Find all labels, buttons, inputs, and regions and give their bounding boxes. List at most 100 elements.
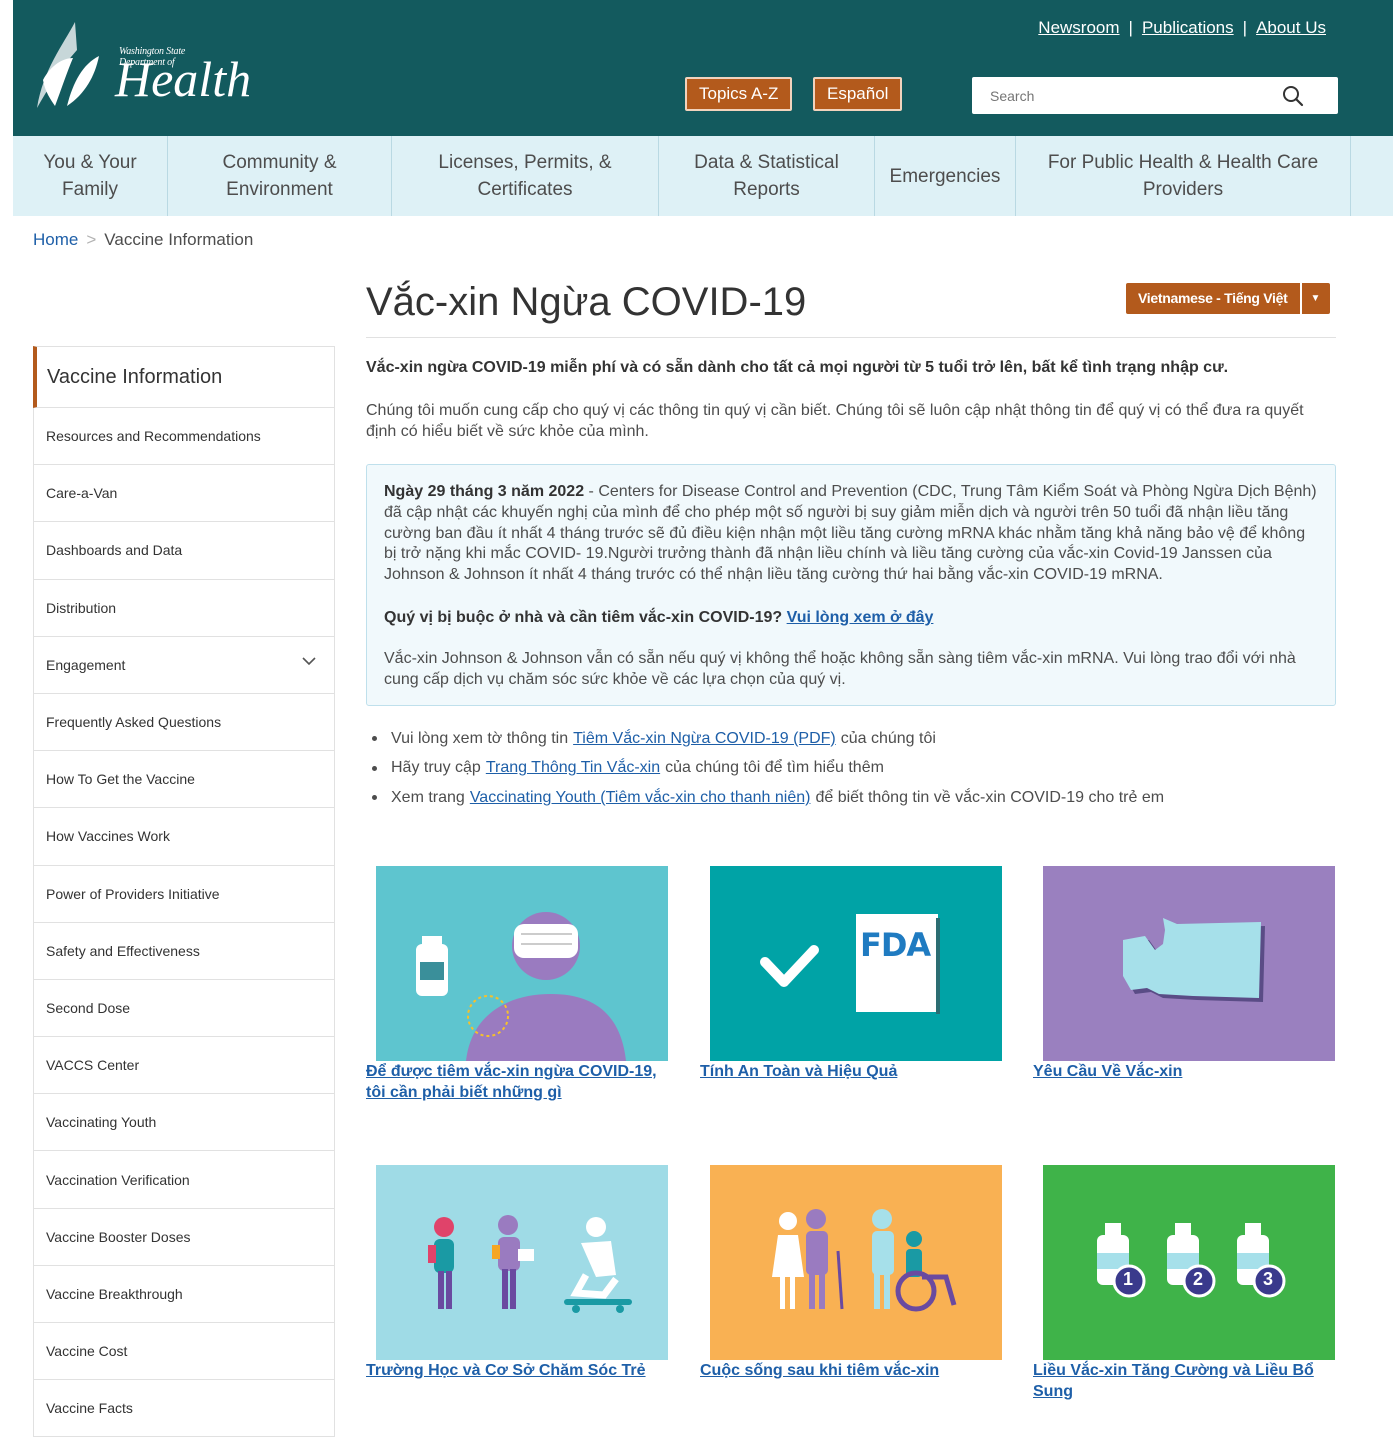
nav-label: Community & Environment — [222, 152, 337, 200]
bullet-text: của chúng tôi — [840, 729, 936, 747]
nav-label: You & Your Family — [43, 152, 137, 200]
card-caption[interactable]: Cuộc sống sau khi tiêm vắc-xin — [700, 1360, 1000, 1381]
bullet-text: Vui lòng xem tờ thông tin — [391, 729, 569, 747]
bullet-icon — [372, 765, 377, 771]
sidebar-item[interactable]: Resources and Recommendations — [33, 408, 335, 466]
sidebar-item[interactable]: Power of Providers Initiative — [33, 865, 335, 923]
sidebar-item[interactable]: Vaccine Breakthrough — [33, 1265, 335, 1323]
bullet-text: để biết thông tin về vắc-xin COVID-19 ch… — [815, 788, 1165, 806]
leaf-logo-icon — [37, 22, 99, 108]
doh-logo[interactable]: Washington State Department of Health — [33, 18, 251, 113]
nav-community-environment[interactable]: Community & Environment — [168, 136, 392, 216]
alert-update-paragraph: Ngày 29 tháng 3 năm 2022 - Centers for D… — [384, 482, 1317, 586]
search-icon[interactable] — [1282, 85, 1304, 107]
card-caption[interactable]: Trường Học và Cơ Sở Chăm Sóc Trẻ — [366, 1360, 666, 1381]
card-caption[interactable]: Tính An Toàn và Hiệu Quả — [700, 1061, 1000, 1082]
info-bullet-list: Vui lòng xem tờ thông tin Tiêm Vắc-xin Ng… — [372, 724, 1332, 813]
students-illustration[interactable] — [376, 1165, 668, 1360]
topics-az-button[interactable]: Topics A-Z — [685, 77, 793, 111]
site-header: Washington State Department of Health Ne… — [13, 0, 1393, 136]
separator: | — [1242, 18, 1248, 37]
sidebar-item[interactable]: Vaccine Booster Doses — [33, 1208, 335, 1266]
publications-link[interactable]: Publications — [1142, 18, 1234, 37]
vaccine-person-illustration[interactable] — [376, 866, 668, 1061]
sidebar-item[interactable]: Vaccine Cost — [33, 1323, 335, 1381]
breadcrumb: Home > Vaccine Information — [33, 230, 253, 250]
utility-links: Newsroom | Publications | About Us — [1038, 18, 1326, 38]
nav-label: Emergencies — [889, 165, 1001, 187]
bullet-link[interactable]: Trang Thông Tin Vắc-xin — [486, 759, 660, 777]
sidebar-item[interactable]: Vaccinating Youth — [33, 1094, 335, 1152]
sidebar-item[interactable]: Dashboards and Data — [33, 522, 335, 580]
intro-paragraph: Chúng tôi muốn cung cấp cho quý vị các t… — [366, 402, 1304, 440]
lead-paragraph: Vắc-xin ngừa COVID-19 miễn phí và có sẵn… — [366, 359, 1229, 376]
sidebar-item[interactable]: How Vaccines Work — [33, 808, 335, 866]
page-title: Vắc-xin Ngừa COVID-19 — [366, 280, 807, 324]
dose-number: 2 — [1193, 1269, 1204, 1289]
sidebar-item[interactable]: Vaccination Verification — [33, 1151, 335, 1209]
update-alert-box: Ngày 29 tháng 3 năm 2022 - Centers for D… — [366, 464, 1336, 706]
search-input[interactable] — [972, 77, 1272, 114]
primary-nav: You & Your Family Community & Environmen… — [13, 136, 1393, 216]
sidebar-item-engagement[interactable]: Engagement — [33, 636, 335, 694]
sidebar-item[interactable]: Safety and Effectiveness — [33, 922, 335, 980]
espanol-button[interactable]: Español — [813, 77, 903, 111]
card-caption[interactable]: Để được tiêm vắc-xin ngừa COVID-19, tôi … — [366, 1061, 666, 1103]
sidebar-item[interactable]: Second Dose — [33, 979, 335, 1038]
card-caption[interactable]: Liều Vắc-xin Tăng Cường và Liều Bổ Sung — [1033, 1360, 1333, 1402]
sidebar-item[interactable]: Vaccine Facts — [33, 1380, 335, 1438]
masked-person-icon — [416, 912, 626, 1061]
sidebar-heading[interactable]: Vaccine Information — [33, 346, 335, 408]
logo-wordmark: Health — [115, 51, 252, 107]
fda-check-icon — [760, 914, 940, 1014]
bullet-link[interactable]: Tiêm Vắc-xin Ngừa COVID-19 (PDF) — [573, 730, 836, 748]
alert-question-link[interactable]: Vui lòng xem ở đây — [787, 609, 934, 626]
sidebar-nav: Vaccine Information Resources and Recomm… — [33, 346, 335, 1438]
chevron-down-icon[interactable] — [302, 657, 316, 666]
bullet-link[interactable]: Vaccinating Youth (Tiêm vắc-xin cho than… — [470, 789, 811, 807]
sidebar-item[interactable]: How To Get the Vaccine — [33, 751, 335, 809]
bullet-text: của chúng tôi để tìm hiểu thêm — [665, 759, 884, 777]
alert-date: Ngày 29 tháng 3 năm 2022 — [384, 483, 585, 500]
alert-question-paragraph: Quý vị bị buộc ở nhà và cần tiêm vắc-xin… — [384, 608, 1317, 629]
booster-vials-illustration[interactable]: 1 2 3 — [1043, 1165, 1335, 1360]
community-people-icon — [772, 1209, 957, 1312]
nav-data-reports[interactable]: Data & Statistical Reports — [659, 136, 875, 216]
list-item: Hãy truy cập Trang Thông Tin Vắc-xin của c… — [372, 754, 1332, 784]
fda-illustration[interactable]: FDA — [710, 866, 1002, 1061]
sidebar-item[interactable]: Distribution — [33, 579, 335, 637]
bullet-text: Xem trang — [391, 788, 465, 806]
nav-public-health-providers[interactable]: For Public Health & Health Care Provider… — [1016, 136, 1351, 216]
bullet-icon — [372, 795, 377, 801]
sidebar-item[interactable]: VACCS Center — [33, 1037, 335, 1095]
language-selector-label[interactable]: Vietnamese - Tiếng Việt — [1126, 283, 1300, 314]
chevron-right-icon: > — [86, 230, 97, 249]
separator: | — [1128, 18, 1133, 37]
alert-jj-paragraph: Vắc-xin Johnson & Johnson vẫn có sẵn nếu… — [384, 649, 1296, 688]
about-us-link[interactable]: About Us — [1256, 18, 1326, 37]
washington-map-illustration[interactable] — [1043, 866, 1335, 1061]
card-caption[interactable]: Yêu Cầu Về Vắc-xin — [1033, 1061, 1333, 1082]
washington-state-icon — [1123, 918, 1265, 1002]
dose-number: 1 — [1123, 1269, 1134, 1289]
newsroom-link[interactable]: Newsroom — [1038, 18, 1119, 37]
sidebar-item[interactable]: Frequently Asked Questions — [33, 693, 335, 752]
nav-label: For Public Health & Health Care Provider… — [1047, 152, 1319, 200]
nav-licenses-permits[interactable]: Licenses, Permits, & Certificates — [392, 136, 659, 216]
divider — [366, 337, 1336, 338]
nav-emergencies[interactable]: Emergencies — [875, 136, 1016, 216]
breadcrumb-current: Vaccine Information — [104, 230, 254, 249]
language-selector[interactable]: Vietnamese - Tiếng Việt ▼ — [1126, 283, 1330, 314]
fda-label: FDA — [860, 926, 931, 964]
breadcrumb-home[interactable]: Home — [33, 230, 78, 249]
nav-you-and-your-family[interactable]: You & Your Family — [13, 136, 168, 216]
nav-label: Data & Statistical Reports — [694, 152, 839, 200]
caret-down-icon[interactable]: ▼ — [1301, 283, 1330, 314]
nav-label: Licenses, Permits, & Certificates — [438, 152, 612, 200]
list-item: Vui lòng xem tờ thông tin Tiêm Vắc-xin Ng… — [372, 724, 1332, 754]
bullet-text: Hãy truy cập — [391, 759, 481, 777]
list-item: Xem trang Vaccinating Youth (Tiêm vắc-xin… — [372, 783, 1332, 813]
community-illustration[interactable] — [710, 1165, 1002, 1360]
sidebar-item[interactable]: Care-a-Van — [33, 465, 335, 523]
sidebar-item-label: Engagement — [46, 656, 126, 673]
